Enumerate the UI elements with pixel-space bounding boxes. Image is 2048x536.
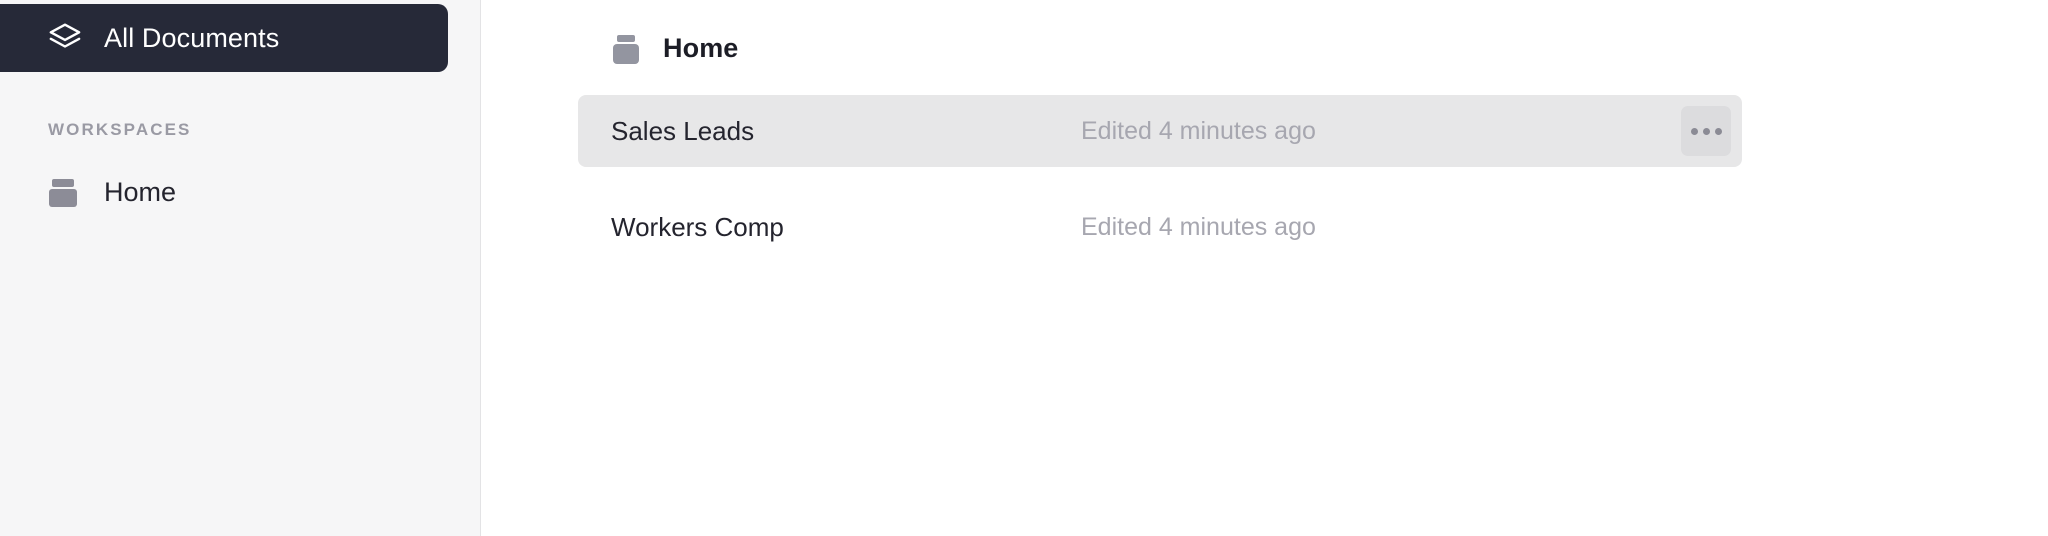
row-spacer bbox=[578, 167, 1742, 191]
sidebar-item-home-label: Home bbox=[104, 176, 177, 207]
box-icon bbox=[48, 177, 78, 207]
sidebar: All Documents WORKSPACES Home bbox=[0, 0, 481, 536]
sidebar-item-all-documents-label: All Documents bbox=[104, 22, 280, 53]
app-root: All Documents WORKSPACES Home Home Sales… bbox=[0, 0, 2048, 536]
sidebar-section-workspaces-title: WORKSPACES bbox=[48, 120, 192, 139]
table-row[interactable]: Sales Leads Edited 4 minutes ago bbox=[578, 95, 1742, 167]
ellipsis-icon[interactable] bbox=[1681, 106, 1731, 156]
box-icon bbox=[611, 34, 641, 64]
document-name: Sales Leads bbox=[611, 115, 755, 146]
document-list: Sales Leads Edited 4 minutes ago Workers… bbox=[578, 95, 1742, 263]
table-row[interactable]: Workers Comp Edited 4 minutes ago bbox=[578, 191, 1742, 263]
document-edited-timestamp: Edited 4 minutes ago bbox=[1081, 116, 1316, 145]
sidebar-item-all-documents[interactable]: All Documents bbox=[0, 4, 448, 72]
page-title: Home bbox=[611, 33, 738, 64]
sidebar-item-home[interactable]: Home bbox=[48, 172, 176, 212]
page-title-label: Home bbox=[663, 33, 739, 63]
layers-icon bbox=[48, 21, 82, 55]
document-name: Workers Comp bbox=[611, 211, 784, 242]
document-edited-timestamp: Edited 4 minutes ago bbox=[1081, 212, 1316, 241]
main-content: Home Sales Leads Edited 4 minutes ago Wo… bbox=[481, 0, 2048, 536]
